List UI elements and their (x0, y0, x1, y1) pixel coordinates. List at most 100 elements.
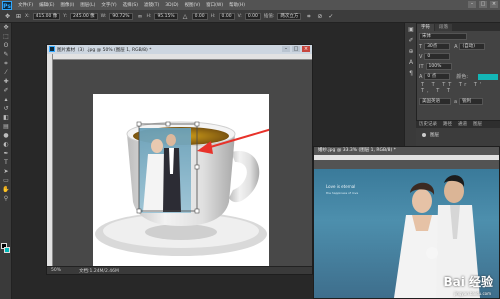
menu-type[interactable]: 文字(Y) (101, 2, 116, 8)
eraser-tool-icon[interactable]: ◧ (1, 114, 11, 122)
canvas[interactable] (93, 94, 269, 266)
path-select-tool-icon[interactable]: ➤ (1, 168, 11, 176)
faux-style-buttons[interactable]: T T TT Tr T' T, T T (421, 82, 496, 94)
crop-tool-icon[interactable]: ⌗ (1, 60, 11, 68)
warp-icon[interactable]: ⌗ (305, 13, 312, 20)
move-tool-icon[interactable]: ✥ (4, 13, 11, 20)
tracking-field[interactable]: 0 (424, 53, 451, 60)
font-family-select[interactable]: 宋体 (419, 33, 467, 40)
wedding-photo[interactable]: Love is eternal the happiness of love Ba… (314, 169, 499, 298)
stamp-tool-icon[interactable]: ▴ (1, 96, 11, 104)
tab-layers[interactable]: 图层 (470, 121, 485, 128)
anti-alias-select[interactable]: 锐利 (459, 98, 484, 105)
baseline-icon: A (419, 73, 423, 80)
document-minimize-icon[interactable]: – (282, 46, 290, 52)
hskew-field[interactable]: 0.00 (218, 12, 235, 20)
text-color-swatch[interactable] (478, 73, 498, 80)
commit-transform-icon[interactable]: ✓ (327, 13, 334, 20)
second-document-title[interactable]: 婚纱.jpg @ 33.3% (图层 1, RGB/8) * (314, 147, 499, 155)
history-brush-tool-icon[interactable]: ↺ (1, 105, 11, 113)
y-label: Y: (63, 13, 67, 19)
font-size-icon: T (419, 43, 423, 50)
document-window: 图片素材（3）.jpg @ 50% (图层 1, RGB/8) * – □ × (46, 44, 313, 275)
language-select[interactable]: 美国英语 (419, 98, 451, 105)
quick-select-tool-icon[interactable]: ✎ (1, 51, 11, 59)
healing-tool-icon[interactable]: ✚ (1, 78, 11, 86)
maximize-icon[interactable]: □ (479, 1, 487, 8)
height-field[interactable]: 95.15% (154, 12, 178, 20)
gradient-tool-icon[interactable]: ▤ (1, 123, 11, 131)
hskew-label: H: (210, 13, 216, 19)
document-close-icon[interactable]: × (302, 46, 310, 52)
hand-tool-icon[interactable]: ✋ (1, 186, 11, 194)
visibility-eye-icon[interactable] (422, 133, 426, 137)
menu-select[interactable]: 选择(S) (123, 2, 138, 8)
font-size-field[interactable]: 30点 (424, 43, 451, 50)
character-panel-icon[interactable]: A (406, 59, 416, 67)
lasso-tool-icon[interactable]: ʘ (1, 42, 11, 50)
menu-help[interactable]: 帮助(H) (229, 2, 245, 8)
menu-3d[interactable]: 3D(D) (165, 3, 178, 8)
rotate-icon: △ (182, 12, 188, 20)
leading-icon: A (454, 43, 458, 50)
type-tool-icon[interactable]: T (1, 159, 11, 167)
eyedropper-tool-icon[interactable]: ⁄ (1, 69, 11, 77)
document-title: 图片素材（3）.jpg @ 50% (图层 1, RGB/8) * (57, 47, 152, 53)
canvas-area[interactable] (53, 60, 312, 266)
baseline-field[interactable]: 0 点 (424, 73, 451, 80)
tab-history[interactable]: 历史记录 (416, 121, 440, 128)
y-field[interactable]: 245.00 像 (69, 12, 98, 20)
clone-source-icon[interactable]: ⊕ (406, 48, 416, 56)
layers-panel-tabs: 历史记录 路径 通道 图层 (416, 121, 500, 128)
move-tool-icon[interactable]: ✥ (1, 24, 11, 32)
vertical-scale-field[interactable]: 100% (425, 63, 452, 70)
tab-channels[interactable]: 通道 (455, 121, 470, 128)
menu-view[interactable]: 视图(V) (185, 2, 201, 8)
tab-paragraph[interactable]: 段落 (435, 24, 452, 31)
width-field[interactable]: 90.72% (109, 12, 133, 20)
baidu-watermark: Bai 经验 (443, 275, 493, 289)
menu-file[interactable]: 文件(F) (18, 2, 33, 8)
menu-image[interactable]: 图像(I) (60, 2, 74, 8)
app-logo: Ps (2, 0, 12, 10)
baidu-watermark-url: jingyan.baidu.com (454, 291, 491, 296)
tab-character[interactable]: 字符 (417, 24, 434, 31)
cancel-transform-icon[interactable]: ⊘ (316, 13, 323, 20)
zoom-level[interactable]: 50% (51, 268, 61, 273)
document-status-bar: 50% 文档:1.24M/2.46M (47, 266, 312, 274)
shape-tool-icon[interactable]: ▭ (1, 177, 11, 185)
vskew-field[interactable]: 0.00 (244, 12, 261, 20)
vertical-scale-icon: IT (419, 63, 424, 70)
menu-window[interactable]: 窗口(W) (206, 2, 223, 8)
blur-tool-icon[interactable]: ● (1, 132, 11, 140)
layer-row[interactable]: 图层 (422, 132, 494, 138)
leading-field[interactable]: (自动) (459, 43, 486, 50)
menu-layer[interactable]: 图层(L) (80, 2, 95, 8)
marquee-tool-icon[interactable]: ⬚ (1, 33, 11, 41)
interpolation-select[interactable]: 两次立方 (277, 12, 302, 20)
history-panel-icon[interactable]: ▣ (406, 26, 416, 34)
second-document-title-text: 婚纱.jpg @ 33.3% (图层 1, RGB/8) * (318, 148, 396, 153)
pen-tool-icon[interactable]: ✒ (1, 150, 11, 158)
h-label: H: (146, 13, 152, 19)
cup-composite-image (95, 121, 269, 256)
background-color-swatch[interactable] (4, 247, 10, 253)
kerning-icon: V (419, 53, 423, 60)
brush-tool-icon[interactable]: ✐ (1, 87, 11, 95)
rotate-field[interactable]: 0.00 (191, 12, 208, 20)
photo-caption-2: the happiness of love (326, 191, 359, 195)
close-icon[interactable]: × (490, 1, 498, 8)
minimize-icon[interactable]: – (468, 1, 476, 8)
dodge-tool-icon[interactable]: ◐ (1, 141, 11, 149)
x-field[interactable]: 415.00 像 (32, 12, 61, 20)
tab-paths[interactable]: 路径 (440, 121, 455, 128)
zoom-tool-icon[interactable]: ⚲ (1, 195, 11, 203)
document-maximize-icon[interactable]: □ (292, 46, 300, 52)
menu-filter[interactable]: 滤镜(T) (144, 2, 159, 8)
document-titlebar[interactable]: 图片素材（3）.jpg @ 50% (图层 1, RGB/8) * – □ × (47, 45, 312, 54)
reference-point-icon[interactable]: ⊞ (15, 13, 22, 20)
brush-panel-icon[interactable]: ✐ (406, 37, 416, 45)
link-icon[interactable]: ∞ (137, 13, 144, 20)
paragraph-panel-icon[interactable]: ¶ (406, 70, 416, 78)
menu-edit[interactable]: 编辑(E) (39, 2, 54, 8)
